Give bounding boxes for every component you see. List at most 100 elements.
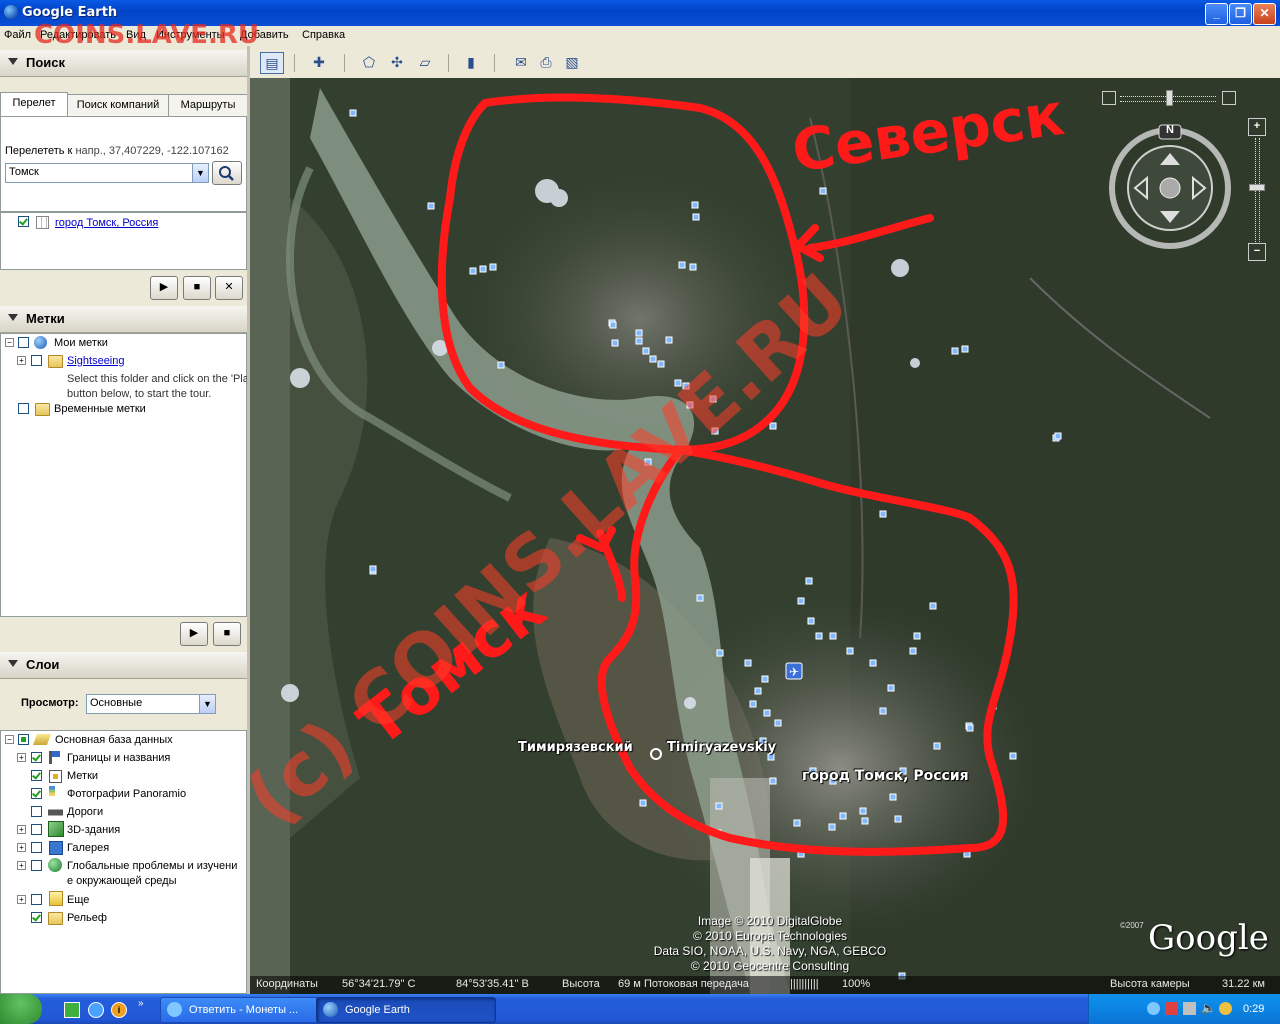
layer-borders[interactable]: Границы и названия bbox=[67, 752, 170, 764]
layer-more[interactable]: Еще bbox=[67, 894, 89, 906]
ruler-icon[interactable]: ▮ bbox=[460, 52, 482, 72]
expander-icon[interactable]: + bbox=[17, 861, 26, 870]
navigation-compass[interactable] bbox=[1105, 123, 1235, 253]
dropdown-arrow-icon[interactable]: ▼ bbox=[199, 695, 215, 713]
placemark-add-icon[interactable]: ✚ bbox=[308, 52, 330, 72]
zoom-out-icon[interactable]: − bbox=[1248, 243, 1266, 261]
status-bar: Координаты 56°34'21.79" С 84°53'35.41" В… bbox=[250, 976, 1280, 994]
look-slider[interactable] bbox=[1102, 90, 1236, 106]
fly-to-input[interactable]: Томск ▼ bbox=[5, 163, 209, 183]
task-google-earth[interactable]: Google Earth bbox=[316, 997, 496, 1023]
streaming-percent: 100% bbox=[842, 978, 871, 990]
maximize-button[interactable]: ❐ bbox=[1229, 3, 1252, 25]
search-button[interactable] bbox=[212, 161, 242, 185]
menu-file[interactable]: Файл bbox=[4, 29, 31, 41]
layer-terrain[interactable]: Рельеф bbox=[67, 912, 107, 924]
compass-north[interactable]: N bbox=[1164, 124, 1176, 136]
global-awareness-checkbox[interactable] bbox=[31, 860, 42, 871]
expander-icon[interactable]: + bbox=[17, 895, 26, 904]
layer-gallery[interactable]: Галерея bbox=[67, 842, 109, 854]
tab-fly-to[interactable]: Перелет bbox=[0, 92, 68, 117]
tab-find-business[interactable]: Поиск компаний bbox=[67, 94, 169, 117]
email-icon[interactable]: ✉ bbox=[510, 52, 532, 72]
place-timiryazevsky-ru[interactable]: Тимирязевский bbox=[518, 740, 633, 755]
places-checkbox[interactable] bbox=[31, 770, 42, 781]
tree-sightseeing[interactable]: Sightseeing bbox=[67, 355, 125, 367]
dropdown-arrow-icon[interactable]: ▼ bbox=[192, 164, 208, 182]
tilt-slider-handle[interactable] bbox=[1166, 90, 1173, 106]
place-tomsk[interactable]: город Томск, Россия bbox=[802, 768, 969, 784]
view-select[interactable]: Основные ▼ bbox=[86, 694, 216, 714]
menu-help[interactable]: Справка bbox=[302, 29, 345, 41]
more-checkbox[interactable] bbox=[31, 894, 42, 905]
layer-3d-buildings[interactable]: 3D-здания bbox=[67, 824, 120, 836]
print-icon[interactable]: ⎙ bbox=[535, 52, 557, 72]
clock[interactable]: 0:29 bbox=[1243, 1003, 1264, 1015]
globe-icon bbox=[48, 858, 62, 872]
places-panel-header[interactable]: Метки bbox=[0, 306, 247, 333]
collapse-triangle-icon bbox=[8, 314, 18, 321]
search-panel-header[interactable]: Поиск bbox=[0, 50, 247, 77]
play-button[interactable]: ▶ bbox=[150, 276, 178, 300]
result-tomsk-link[interactable]: город Томск, Россия bbox=[55, 217, 158, 229]
zoom-slider-handle[interactable] bbox=[1249, 184, 1265, 191]
place-timiryazevsky-en[interactable]: Timiryazevskiy bbox=[667, 740, 776, 755]
stop-button[interactable]: ■ bbox=[183, 276, 211, 300]
start-button[interactable] bbox=[0, 994, 42, 1024]
task-forum-reply[interactable]: Ответить - Монеты ... bbox=[160, 997, 340, 1023]
roads-checkbox[interactable] bbox=[31, 806, 42, 817]
buildings-checkbox[interactable] bbox=[31, 824, 42, 835]
expander-icon[interactable]: − bbox=[5, 338, 14, 347]
quicklaunch-browser-icon[interactable] bbox=[88, 1002, 104, 1018]
temporary-checkbox[interactable] bbox=[18, 403, 29, 414]
image-overlay-icon[interactable]: ▱ bbox=[414, 52, 436, 72]
layers-panel-header[interactable]: Слои bbox=[0, 652, 247, 679]
primary-db-checkbox[interactable] bbox=[18, 734, 29, 745]
expander-icon[interactable]: + bbox=[17, 843, 26, 852]
my-places-checkbox[interactable] bbox=[18, 337, 29, 348]
town-marker-icon[interactable] bbox=[650, 748, 662, 760]
expander-icon[interactable]: + bbox=[17, 356, 26, 365]
tray-misc-icon[interactable] bbox=[1219, 1002, 1232, 1015]
expander-icon[interactable]: + bbox=[17, 753, 26, 762]
tab-directions[interactable]: Маршруты bbox=[168, 94, 248, 117]
tree-primary-db[interactable]: Основная база данных bbox=[55, 734, 173, 746]
tray-security-icon[interactable] bbox=[1165, 1002, 1178, 1015]
airport-icon[interactable]: ✈ bbox=[785, 662, 803, 680]
window-title: Google Earth bbox=[22, 5, 118, 20]
play-tour-button[interactable]: ▶ bbox=[180, 622, 208, 646]
polygon-icon[interactable]: ⬠ bbox=[358, 52, 380, 72]
google-maps-icon[interactable]: ▧ bbox=[561, 52, 583, 72]
path-icon[interactable]: ✣ bbox=[386, 52, 408, 72]
panoramio-checkbox[interactable] bbox=[31, 788, 42, 799]
expander-icon[interactable]: − bbox=[5, 735, 14, 744]
stop-tour-button[interactable]: ■ bbox=[213, 622, 241, 646]
expander-icon[interactable]: + bbox=[17, 825, 26, 834]
zoom-out-view-icon[interactable] bbox=[1102, 91, 1116, 105]
layer-roads[interactable]: Дороги bbox=[67, 806, 103, 818]
tree-temporary[interactable]: Временные метки bbox=[54, 403, 146, 415]
terrain-checkbox[interactable] bbox=[31, 912, 42, 923]
tray-volume-icon[interactable]: 🔈 bbox=[1201, 1001, 1216, 1015]
minimize-button[interactable]: _ bbox=[1205, 3, 1228, 25]
zoom-in-icon[interactable]: + bbox=[1248, 118, 1266, 136]
borders-checkbox[interactable] bbox=[31, 752, 42, 763]
tray-device-icon[interactable] bbox=[1183, 1002, 1196, 1015]
tray-network-icon[interactable] bbox=[1147, 1002, 1160, 1015]
sidebar-toggle-icon[interactable]: ▤ bbox=[260, 52, 284, 74]
tree-my-places[interactable]: Мои метки bbox=[54, 337, 108, 349]
map-view[interactable]: ✈ Северск Томск (c) COINS.LAVE.RU Тимиря… bbox=[250, 78, 1280, 994]
clear-results-button[interactable]: ✕ bbox=[215, 276, 243, 300]
close-button[interactable]: ✕ bbox=[1253, 3, 1276, 25]
gallery-checkbox[interactable] bbox=[31, 842, 42, 853]
result-checkbox[interactable] bbox=[18, 216, 29, 227]
layer-panoramio[interactable]: Фотографии Panoramio bbox=[67, 788, 186, 800]
layer-places[interactable]: Метки bbox=[67, 770, 98, 782]
layer-global-awareness[interactable]: Глобальные проблемы и изучени bbox=[67, 860, 237, 872]
quicklaunch-more-icon[interactable]: » bbox=[138, 998, 144, 1009]
quicklaunch-info-icon[interactable]: i bbox=[111, 1002, 127, 1018]
sightseeing-checkbox[interactable] bbox=[31, 355, 42, 366]
zoom-in-view-icon[interactable] bbox=[1222, 91, 1236, 105]
quicklaunch-app-icon[interactable] bbox=[64, 1002, 80, 1018]
zoom-slider[interactable]: + − bbox=[1248, 118, 1266, 263]
